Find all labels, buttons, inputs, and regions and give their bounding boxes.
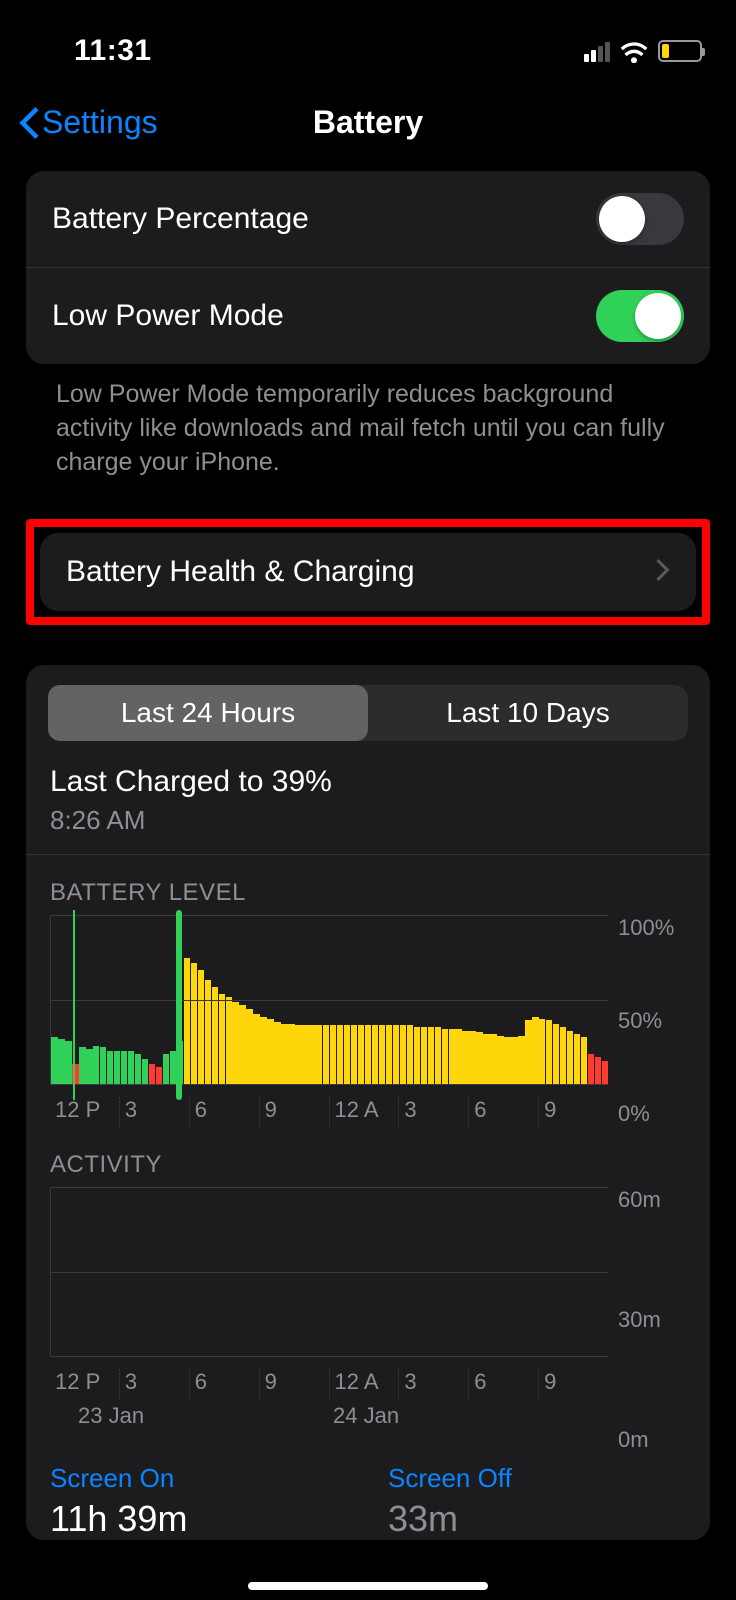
activity-x-axis: 12 P 3 6 9 12 A 3 6 9 bbox=[50, 1357, 608, 1399]
last-charged-title: Last Charged to 39% bbox=[50, 765, 686, 799]
status-time: 11:31 bbox=[74, 34, 152, 68]
screen-on-value: 11h 39m bbox=[50, 1498, 348, 1540]
back-label: Settings bbox=[42, 104, 158, 141]
tab-last-24-hours[interactable]: Last 24 Hours bbox=[48, 685, 368, 741]
screen-off-value: 33m bbox=[388, 1498, 686, 1540]
wifi-icon bbox=[620, 40, 648, 62]
activity-label: ACTIVITY bbox=[26, 1127, 710, 1187]
battery-level-label: BATTERY LEVEL bbox=[26, 855, 710, 915]
activity-y-axis: 60m 30m 0m bbox=[608, 1187, 688, 1453]
cellular-icon bbox=[584, 40, 610, 62]
chevron-left-icon bbox=[18, 107, 40, 139]
battery-options-card: Battery Percentage Low Power Mode bbox=[26, 171, 710, 364]
battery-percentage-row[interactable]: Battery Percentage bbox=[26, 171, 710, 267]
chevron-right-icon bbox=[656, 559, 670, 586]
home-indicator[interactable] bbox=[248, 1582, 488, 1590]
battery-percentage-label: Battery Percentage bbox=[52, 202, 309, 236]
activity-chart: 12 P 3 6 9 12 A 3 6 9 23 Jan 24 Jan 60m … bbox=[26, 1187, 710, 1453]
date-row: 23 Jan 24 Jan bbox=[50, 1399, 608, 1453]
low-power-mode-hint: Low Power Mode temporarily reduces backg… bbox=[26, 364, 710, 519]
nav-header: Settings Battery bbox=[0, 84, 736, 171]
battery-y-axis: 100% 50% 0% bbox=[608, 915, 688, 1127]
instruction-highlight: Battery Health & Charging bbox=[26, 519, 710, 625]
status-bar: 11:31 bbox=[0, 0, 736, 84]
battery-percentage-toggle[interactable] bbox=[596, 193, 684, 245]
screen-on-label: Screen On bbox=[50, 1463, 348, 1494]
status-icons bbox=[584, 40, 702, 62]
page-title: Battery bbox=[313, 104, 423, 141]
low-power-mode-label: Low Power Mode bbox=[52, 299, 284, 333]
battery-usage-card: Last 24 Hours Last 10 Days Last Charged … bbox=[26, 665, 710, 1540]
last-charged-time: 8:26 AM bbox=[50, 805, 686, 836]
tab-last-10-days[interactable]: Last 10 Days bbox=[368, 685, 688, 741]
screen-off-label: Screen Off bbox=[388, 1463, 686, 1494]
low-power-mode-toggle[interactable] bbox=[596, 290, 684, 342]
battery-level-chart: 12 P 3 6 9 12 A 3 6 9 100% 50% 0% bbox=[26, 915, 710, 1127]
battery-icon bbox=[658, 40, 702, 62]
screen-time-summary: Screen On 11h 39m Screen Off 33m bbox=[26, 1453, 710, 1540]
battery-health-label: Battery Health & Charging bbox=[66, 555, 415, 589]
battery-health-row[interactable]: Battery Health & Charging bbox=[40, 533, 696, 611]
back-button[interactable]: Settings bbox=[18, 104, 158, 141]
time-range-segmented[interactable]: Last 24 Hours Last 10 Days bbox=[48, 685, 688, 741]
last-charged-info: Last Charged to 39% 8:26 AM bbox=[26, 765, 710, 854]
battery-x-axis: 12 P 3 6 9 12 A 3 6 9 bbox=[50, 1085, 608, 1127]
low-power-mode-row[interactable]: Low Power Mode bbox=[26, 267, 710, 364]
